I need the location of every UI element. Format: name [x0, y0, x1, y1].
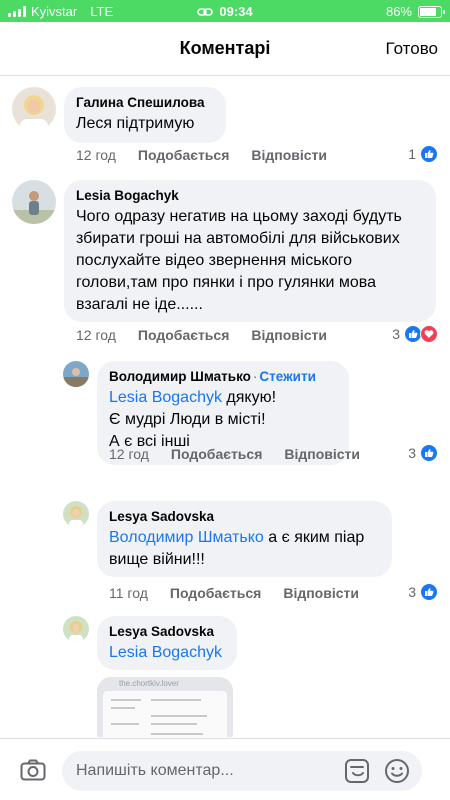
mention-link[interactable]: Володимир Шматько — [109, 529, 264, 546]
comment-author[interactable]: Lesya Sadovska — [109, 509, 380, 524]
comment-time: 12 год — [76, 327, 116, 343]
like-icon — [420, 444, 438, 462]
avatar[interactable] — [12, 87, 56, 131]
reply-button[interactable]: Відповісти — [251, 327, 327, 343]
follow-button[interactable]: Стежити — [259, 369, 315, 384]
link-icon — [197, 7, 214, 16]
reply-button[interactable]: Відповісти — [283, 585, 359, 601]
reply: Володимир Шматько · Стежити Lesia Bogachyk… — [0, 352, 450, 492]
reply: Lesya Sadovska Lesia Bogachyk the.chortk… — [0, 607, 450, 737]
avatar[interactable] — [63, 361, 89, 387]
comment-text: Lesia Bogachyk — [109, 642, 225, 664]
comment: Lesia Bogachyk Чого одразу негатив на ць… — [0, 172, 450, 352]
reaction-summary[interactable]: 3 — [408, 583, 438, 601]
comment-text: Володимир Шматько а є яким піар вище вій… — [109, 527, 380, 571]
comment-text-line: вище війни!!! — [109, 551, 205, 568]
reaction-count: 3 — [408, 584, 416, 600]
comment-text-line: Є мудрі Люди в місті! — [109, 411, 266, 428]
avatar[interactable] — [63, 616, 89, 642]
camera-icon[interactable] — [20, 759, 46, 786]
comment-text-line: послухайте відео звернення міського — [76, 252, 352, 269]
comment-text-line: голови,там про пянки і про гулянки мова — [76, 274, 376, 291]
battery-percent: 86% — [385, 4, 412, 19]
comment-bubble[interactable]: Галина Спешилова Леся підтримую — [64, 87, 226, 143]
reaction-count: 3 — [408, 445, 416, 461]
document-thumbnail — [103, 691, 227, 737]
done-button[interactable]: Готово — [386, 39, 439, 59]
comment-author[interactable]: Lesya Sadovska — [109, 624, 225, 639]
status-bar: Kyivstar LTE 09:34 86% — [0, 0, 450, 22]
comment-bubble[interactable]: Lesya Sadovska Володимир Шматько а є яки… — [97, 501, 392, 577]
mention-link[interactable]: Lesia Bogachyk — [109, 644, 222, 661]
header: Коментарі Готово — [0, 22, 450, 76]
comment-text-line: а є яким піар — [263, 529, 365, 546]
comment-text-line: дякую! — [221, 389, 277, 406]
page-title: Коментарі — [179, 38, 271, 58]
comment-bubble[interactable]: Lesya Sadovska Lesia Bogachyk — [97, 616, 237, 670]
like-button[interactable]: Подобається — [138, 327, 229, 343]
reply-button[interactable]: Відповісти — [284, 446, 360, 462]
comment-time: 12 год — [76, 147, 116, 163]
image-caption: the.chortkiv.lover — [119, 679, 179, 688]
comment-input[interactable]: Напишіть коментар... — [62, 751, 422, 791]
comment-text-line: Чого одразу негатив на цьому заході буду… — [76, 208, 402, 225]
comment-time: 12 год — [109, 446, 149, 462]
attached-image[interactable]: the.chortkiv.lover — [97, 677, 233, 737]
reaction-summary[interactable]: 3 — [392, 325, 438, 343]
comment-text-line: взагалі не іде...... — [76, 296, 203, 313]
reaction-count: 1 — [408, 146, 416, 162]
emoji-icon[interactable] — [384, 758, 410, 789]
like-icon — [420, 145, 438, 163]
comment-author[interactable]: Lesia Bogachyk — [76, 188, 424, 203]
reply: Lesya Sadovska Володимир Шматько а є яки… — [0, 492, 450, 607]
like-button[interactable]: Подобається — [170, 585, 261, 601]
comment-text: Чого одразу негатив на цьому заході буду… — [76, 206, 424, 316]
comment: Галина Спешилова Леся підтримую 12 год П… — [0, 77, 450, 172]
heart-icon — [420, 325, 438, 343]
comment-input-placeholder: Напишіть коментар... — [76, 762, 234, 779]
reaction-count: 3 — [392, 326, 400, 342]
mention-link[interactable]: Lesia Bogachyk — [109, 389, 222, 406]
comments-list[interactable]: Галина Спешилова Леся підтримую 12 год П… — [0, 77, 450, 737]
comment-bubble[interactable]: Lesia Bogachyk Чого одразу негатив на ць… — [64, 180, 436, 322]
reaction-summary[interactable]: 3 — [408, 444, 438, 462]
reply-button[interactable]: Відповісти — [251, 147, 327, 163]
sticker-icon[interactable] — [344, 758, 372, 789]
comment-text: Леся підтримую — [76, 115, 195, 132]
comment-text-line: збирати гроші на автомобілі для військов… — [76, 230, 400, 247]
like-button[interactable]: Подобається — [138, 147, 229, 163]
battery-icon — [418, 5, 445, 18]
comment-text: Lesia Bogachyk дякую! Є мудрі Люди в міс… — [109, 387, 337, 453]
comment-author[interactable]: Галина Спешилова — [76, 95, 214, 110]
comment-time: 11 год — [109, 585, 148, 601]
comment-author[interactable]: Володимир Шматько — [109, 369, 251, 384]
avatar[interactable] — [12, 180, 56, 224]
avatar[interactable] — [63, 501, 89, 527]
clock: 09:34 — [219, 4, 253, 19]
separator-dot: · — [252, 369, 258, 384]
comment-composer: Напишіть коментар... — [0, 738, 450, 800]
reaction-summary[interactable]: 1 — [408, 145, 438, 163]
like-button[interactable]: Подобається — [171, 446, 262, 462]
like-icon — [420, 583, 438, 601]
